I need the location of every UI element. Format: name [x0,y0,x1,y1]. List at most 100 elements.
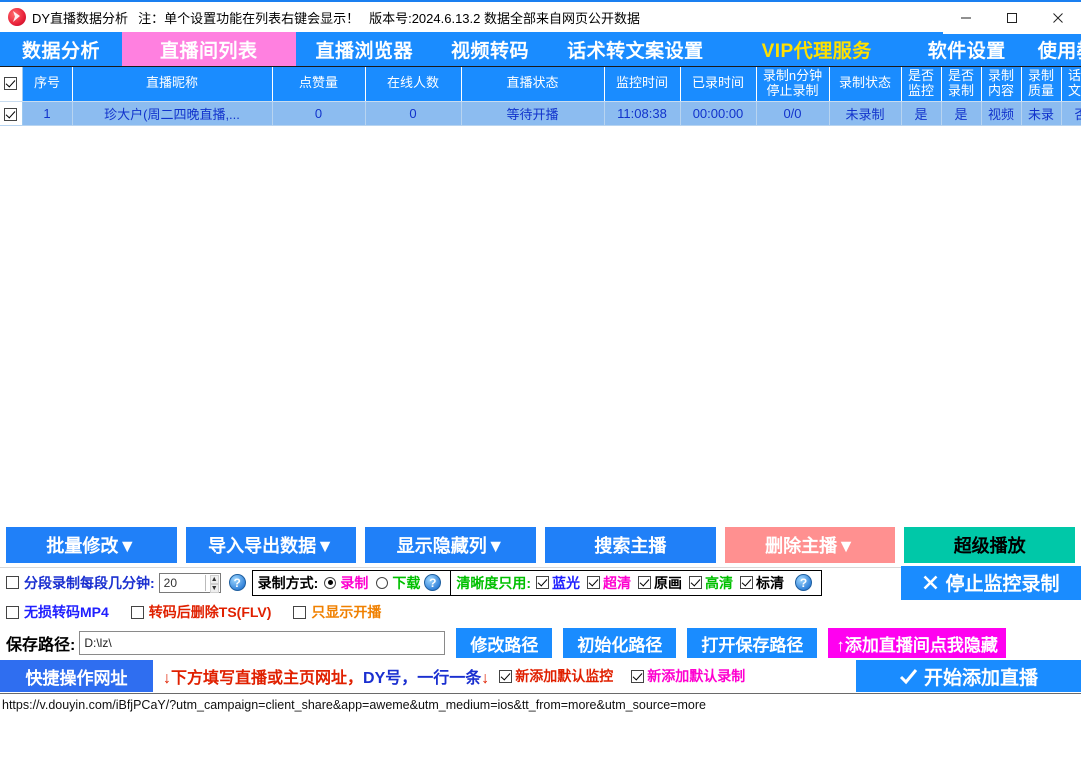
cell-recstat[interactable]: 未录制 [829,101,902,126]
cell-stopmin[interactable]: 0/0 [756,101,830,126]
column-header-stopmin[interactable]: 录制n分钟 停止录制 [756,67,830,102]
quality-checkbox[interactable] [689,576,703,589]
cell-rectime[interactable]: 00:00:00 [680,101,757,126]
cell-status[interactable]: 等待开播 [461,101,605,126]
cell-nick[interactable]: 珍大户(周二四晚直播,... [72,101,273,126]
main-tab-bar: 数据分析 直播间列表 直播浏览器 视频转码 话术转文案设置 VIP代理服务 软件设置 使用教程 [0,32,1081,67]
tab-1[interactable]: 直播间列表 [122,32,296,66]
tab-0[interactable]: 数据分析 [0,32,122,66]
cell-online[interactable]: 0 [365,101,462,126]
tab-2[interactable]: 直播浏览器 [296,32,434,66]
save-path-input[interactable]: D:\lz\ [79,631,446,655]
quality-option-2[interactable]: 原画 [638,573,682,593]
start-add-live-label: 开始添加直播 [923,667,1038,689]
url-input-textarea[interactable]: https://v.douyin.com/iBfjPCaY/?utm_campa… [0,693,1081,755]
quality-help-icon[interactable]: ? [795,574,813,591]
stepper-up-icon[interactable]: ▲ [209,574,219,584]
column-header-content[interactable]: 录制 内容 [981,67,1022,102]
quality-label: 原画 [654,574,683,591]
segment-record-checkbox[interactable] [6,576,19,589]
record-mode-label: 录制方式: [257,574,319,591]
action-button-4[interactable]: 删除主播▼ [724,526,896,563]
record-mode-help-icon[interactable]: ? [424,574,442,591]
column-header-script[interactable]: 话术文案 [1061,67,1081,102]
record-mode-download-radio[interactable] [376,576,389,589]
column-header-isrec[interactable]: 是否 录制 [941,67,982,102]
column-header-label2: 录制 [947,82,974,98]
action-button-3[interactable]: 搜索主播 [545,526,716,563]
column-header-status[interactable]: 直播状态 [461,67,605,102]
default-monitor-label: 新添加默认监控 [515,668,614,684]
stop-monitor-record-button[interactable]: 停止监控录制 [901,565,1081,600]
cell-likes[interactable]: 0 [272,101,366,126]
quality-checkbox[interactable] [536,576,550,589]
action-button-label: 显示隐藏列▼ [396,535,505,556]
cell-quality[interactable]: 未录 [1021,101,1062,126]
quality-checkbox[interactable] [638,576,652,589]
tab-6[interactable]: 软件设置 [910,32,1024,66]
record-mode-record-radio[interactable] [324,576,337,589]
recording-options-row: 分段录制每段几分钟: 20 ▲ ▼ ? 录制方式: 录制 下载 ? 清晰度只用: … [0,565,1081,600]
tab-label: 直播浏览器 [315,40,414,62]
quality-checkbox[interactable] [587,576,601,589]
tab-5[interactable]: VIP代理服务 [724,32,910,66]
cell-index[interactable]: 1 [22,101,73,126]
path-button-3[interactable]: ↑添加直播间点我隐藏 [828,628,1006,658]
action-button-label: 批量修改▼ [46,535,137,556]
cell-script[interactable]: 否 [1061,101,1081,126]
row-select-checkbox[interactable] [4,107,18,121]
action-button-label: 删除主播▼ [765,535,855,556]
tab-7[interactable]: 使用教程 [1024,32,1081,66]
segment-help-icon[interactable]: ? [228,574,246,591]
path-button-0[interactable]: 修改路径 [456,628,553,658]
path-button-1[interactable]: 初始化路径 [563,628,677,658]
tab-3[interactable]: 视频转码 [433,32,547,66]
row-select-checkbox-cell[interactable] [0,101,23,126]
column-header-quality[interactable]: 录制 质量 [1021,67,1062,102]
quality-checkbox[interactable] [740,576,754,589]
column-header-label: 录制 [987,67,1014,83]
only-live-checkbox[interactable] [293,605,307,619]
cell-content[interactable]: 视频 [981,101,1022,126]
quality-option-3[interactable]: 高清 [689,573,733,593]
save-path-row: 保存路径: D:\lz\ 修改路径 初始化路径 打开保存路径 ↑添加直播间点我隐藏 [0,627,1081,659]
select-all-checkbox[interactable] [4,77,18,91]
cell-isrec[interactable]: 是 [941,101,982,126]
cell-ismon[interactable]: 是 [901,101,942,126]
delete-ts-checkbox[interactable] [130,605,144,619]
column-header-montime[interactable]: 监控时间 [604,67,681,102]
default-monitor-checkbox[interactable] [499,669,513,683]
path-button-2[interactable]: 打开保存路径 [687,628,818,658]
column-header-rectime[interactable]: 已录时间 [680,67,757,102]
cell-montime[interactable]: 11:08:38 [604,101,681,126]
close-button[interactable] [1035,2,1081,34]
quality-option-4[interactable]: 标清 [740,573,784,593]
column-header-ismon[interactable]: 是否 监控 [901,67,942,102]
tab-4[interactable]: 话术转文案设置 [547,32,724,66]
stepper-down-icon[interactable]: ▼ [209,583,219,593]
title-bar: DY直播数据分析 注：单个设置功能在列表右键会显示！ 版本号:2024.6.13.2… [0,0,1081,34]
action-button-2[interactable]: 显示隐藏列▼ [365,526,537,563]
action-button-1[interactable]: 导入导出数据▼ [185,526,357,563]
segment-minutes-stepper[interactable]: 20 ▲ ▼ [158,572,221,593]
start-add-live-button[interactable]: 开始添加直播 [856,660,1081,692]
column-header-nick[interactable]: 直播昵称 [72,67,273,102]
column-header-index[interactable]: 序号 [22,67,73,102]
live-room-table-container: 序号 直播昵称 点赞量 在线人数 直播状态 监控时间 已录时间 录制n分钟 停止录制 录制状态 是否… [0,67,1081,523]
lossless-mp4-checkbox[interactable] [6,605,19,619]
column-header-likes[interactable]: 点赞量 [272,67,366,102]
table-row[interactable]: 1 珍大户(周二四晚直播,... 0 0 等待开播 11:08:38 00:00:00 0/0… [0,101,1081,126]
quality-option-1[interactable]: 超清 [587,573,631,593]
minimize-button[interactable] [943,2,989,34]
column-header-recstat[interactable]: 录制状态 [829,67,902,102]
column-header-label: 是否 [907,67,934,83]
action-button-0[interactable]: 批量修改▼ [6,526,177,563]
maximize-button[interactable] [989,2,1035,34]
column-header-online[interactable]: 在线人数 [365,67,462,102]
quality-option-0[interactable]: 蓝光 [536,573,580,593]
stepper-arrows[interactable]: ▲ ▼ [204,574,219,593]
action-button-5[interactable]: 超级播放 [904,526,1076,563]
select-all-checkbox-header[interactable] [0,67,23,102]
quick-url-button[interactable]: 快捷操作网址 [0,660,153,692]
default-record-checkbox[interactable] [631,669,645,683]
